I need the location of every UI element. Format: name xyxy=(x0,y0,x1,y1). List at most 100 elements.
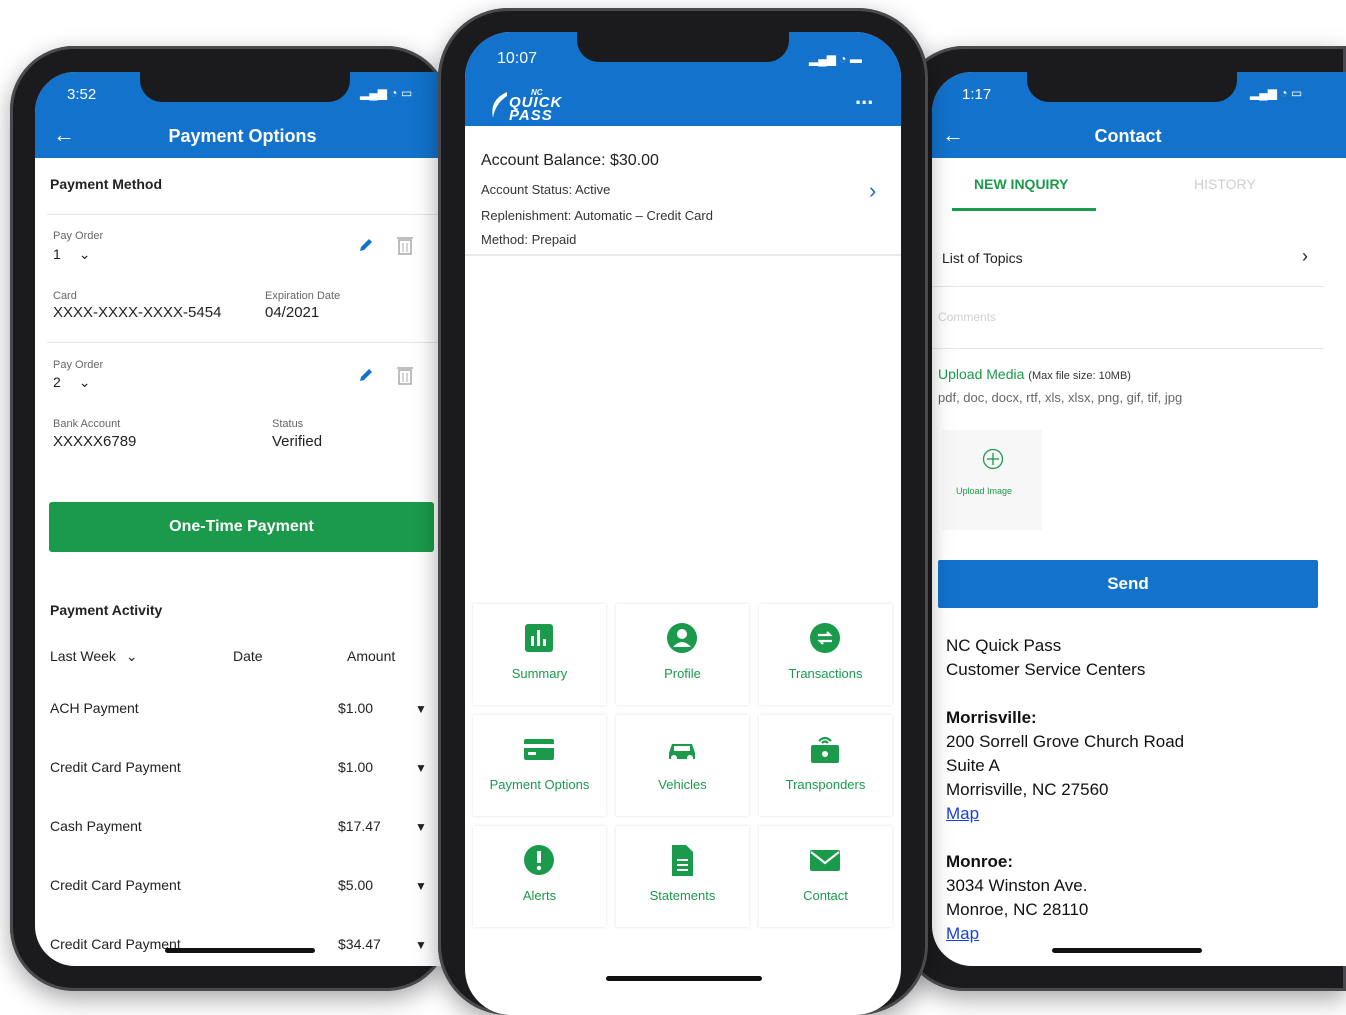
pay-order-select[interactable]: 1 ⌄ xyxy=(53,246,91,263)
location-2-address-2: Monroe, NC 28110 xyxy=(946,900,1089,919)
card-label: Card xyxy=(53,290,77,302)
tile-label: Alerts xyxy=(522,888,557,903)
caret-down-icon[interactable]: ▼ xyxy=(415,702,427,716)
right-notch xyxy=(1027,72,1237,102)
tile-alerts[interactable]: Alerts xyxy=(473,826,606,927)
table-row[interactable]: Credit Card Payment $5.00 ▼ xyxy=(35,869,450,928)
tile-statements[interactable]: Statements xyxy=(616,826,749,927)
send-button[interactable]: Send xyxy=(938,560,1318,608)
payment-name: ACH Payment xyxy=(50,700,139,716)
trash-icon[interactable] xyxy=(397,235,413,255)
left-screen: 3:52 ▂▄▆ ◔ ▭ ← Payment Options Payment M… xyxy=(35,72,450,966)
left-phone: 3:52 ▂▄▆ ◔ ▭ ← Payment Options Payment M… xyxy=(10,46,450,991)
right-screen: 1:17 ▂▄▆ ◔ ▭ ← Contact NEW INQUIRY HISTO… xyxy=(932,72,1346,966)
transponder-icon xyxy=(811,736,839,763)
status-label: Status xyxy=(272,418,304,430)
caret-down-icon[interactable]: ▼ xyxy=(415,938,427,952)
user-icon xyxy=(667,623,697,653)
payment-name: Credit Card Payment xyxy=(50,877,181,893)
centers-title-2: Customer Service Centers xyxy=(946,660,1146,679)
period-filter[interactable]: Last Week ⌄ xyxy=(50,648,138,665)
payment-amount: $17.47 xyxy=(338,818,381,834)
alert-icon xyxy=(524,845,554,875)
home-indicator xyxy=(1052,948,1202,953)
chevron-right-icon: › xyxy=(1302,246,1308,266)
more-menu-button[interactable]: ... xyxy=(855,84,873,110)
tile-label: Statements xyxy=(649,888,716,903)
replenishment: Replenishment: Automatic – Credit Card xyxy=(481,208,713,223)
center-screen: 10:07 ▂▄▆ ◔ ▬ NC QUICK PASS ... Account … xyxy=(465,32,901,1015)
mail-icon xyxy=(810,850,840,871)
location-1-map-link[interactable]: Map xyxy=(946,804,979,824)
upload-media-line: Upload Media (Max file size: 10MB) xyxy=(938,366,1131,382)
payment-name: Credit Card Payment xyxy=(50,759,181,775)
comments-field[interactable]: Comments xyxy=(932,288,1324,349)
tile-label: Contact xyxy=(803,888,848,903)
pay-order-label: Pay Order xyxy=(53,359,104,371)
tile-payment-options[interactable]: Payment Options xyxy=(473,715,606,816)
edit-icon[interactable] xyxy=(357,236,375,254)
card-number: XXXX-XXXX-XXXX-5454 xyxy=(53,304,222,321)
menu-tile-grid: Summary Profile Transactions Payment Option… xyxy=(473,604,893,934)
tile-summary[interactable]: Summary xyxy=(473,604,606,705)
location-1-address-2: Suite A xyxy=(946,756,1000,775)
chevron-right-icon: › xyxy=(869,178,877,203)
tile-vehicles[interactable]: Vehicles xyxy=(616,715,749,816)
tile-transponders[interactable]: Transponders xyxy=(759,715,892,816)
tile-label: Summary xyxy=(511,666,568,681)
center-notch xyxy=(577,32,789,62)
tile-transactions[interactable]: Transactions xyxy=(759,604,892,705)
list-of-topics-row[interactable]: List of Topics › xyxy=(932,232,1324,287)
plus-circle-icon xyxy=(982,448,1004,470)
pay-order-value: 2 xyxy=(53,374,61,390)
tile-label: Vehicles xyxy=(658,777,707,792)
caret-down-icon[interactable]: ▼ xyxy=(415,879,427,893)
logo-text: QUICK PASS xyxy=(509,94,563,124)
payment-amount: $5.00 xyxy=(338,877,374,893)
account-summary-card[interactable]: Account Balance: $30.00 Account Status: … xyxy=(465,126,901,256)
signal-battery-icon: ▂▄▆ ◔ ▭ xyxy=(360,86,413,100)
upload-image-button[interactable]: Upload Image xyxy=(942,430,1042,530)
location-1-address-3: Morrisville, NC 27560 xyxy=(946,780,1109,799)
location-2-address-1: 3034 Winston Ave. xyxy=(946,876,1088,895)
tile-label: Payment Options xyxy=(489,777,590,792)
bank-account-label: Bank Account xyxy=(53,418,121,430)
divider xyxy=(47,342,442,343)
chevron-down-icon: ⌄ xyxy=(78,246,91,262)
table-row[interactable]: ACH Payment $1.00 ▼ xyxy=(35,692,450,751)
tab-history[interactable]: HISTORY xyxy=(1194,176,1256,192)
bar-chart-icon xyxy=(525,624,553,652)
payment-name: Cash Payment xyxy=(50,818,142,834)
pay-order-select[interactable]: 2 ⌄ xyxy=(53,374,91,391)
table-row[interactable]: Credit Card Payment $34.47 ▼ xyxy=(35,928,450,966)
payment-name: Credit Card Payment xyxy=(50,936,181,952)
tile-profile[interactable]: Profile xyxy=(616,604,749,705)
divider xyxy=(47,214,442,215)
signal-battery-icon: ▂▄▆ ◔ ▭ xyxy=(1250,86,1303,100)
upload-size-note: (Max file size: 10MB) xyxy=(1028,370,1131,382)
date-column-header[interactable]: Date xyxy=(233,648,263,664)
amount-column-header[interactable]: Amount xyxy=(347,648,395,664)
expiration-label: Expiration Date xyxy=(265,290,341,302)
home-indicator xyxy=(165,948,315,953)
centers-title-1: NC Quick Pass xyxy=(946,636,1062,655)
trash-icon[interactable] xyxy=(397,365,413,385)
tab-new-inquiry[interactable]: NEW INQUIRY xyxy=(974,176,1068,192)
active-tab-underline xyxy=(952,208,1096,211)
account-status: Account Status: Active xyxy=(481,182,611,197)
caret-down-icon[interactable]: ▼ xyxy=(415,820,427,834)
payment-method-title: Payment Method xyxy=(50,176,163,192)
caret-down-icon[interactable]: ▼ xyxy=(415,761,427,775)
one-time-payment-button[interactable]: One-Time Payment xyxy=(49,502,434,552)
method: Method: Prepaid xyxy=(481,232,577,247)
table-row[interactable]: Credit Card Payment $1.00 ▼ xyxy=(35,751,450,810)
table-row[interactable]: Cash Payment $17.47 ▼ xyxy=(35,810,450,869)
payment-amount: $1.00 xyxy=(338,700,374,716)
location-2-map-link[interactable]: Map xyxy=(946,924,979,944)
pay-order-label: Pay Order xyxy=(53,230,104,242)
send-label: Send xyxy=(1107,574,1149,593)
upload-media-title: Upload Media xyxy=(938,366,1025,382)
bank-account-value: XXXXX6789 xyxy=(53,433,137,450)
edit-icon[interactable] xyxy=(357,366,375,384)
tile-contact[interactable]: Contact xyxy=(759,826,892,927)
